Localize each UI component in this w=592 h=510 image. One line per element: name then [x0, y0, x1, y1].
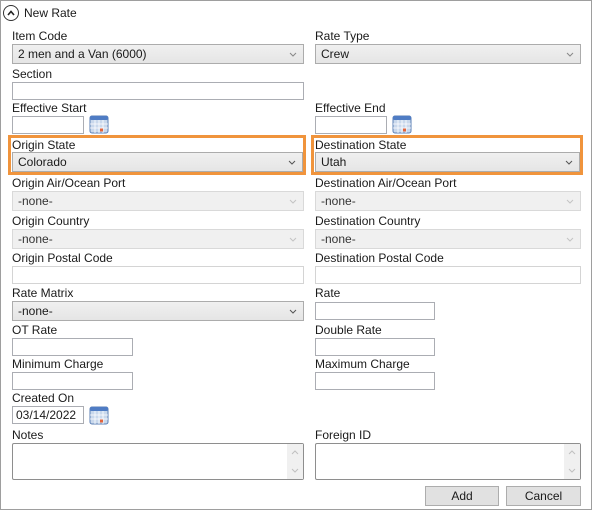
effective-end-calendar-icon[interactable]	[392, 114, 412, 134]
notes-scrollbar[interactable]	[287, 444, 303, 479]
chevron-down-icon	[289, 309, 297, 314]
notes-label: Notes	[12, 428, 44, 442]
rate-input[interactable]	[315, 302, 435, 320]
effective-end-label: Effective End	[315, 101, 386, 115]
effective-end-input[interactable]	[315, 116, 387, 134]
origin-port-value: -none-	[18, 194, 53, 208]
origin-port-select[interactable]: -none-	[12, 191, 304, 211]
chevron-down-icon	[566, 199, 574, 204]
section-label: Section	[12, 67, 53, 81]
origin-country-label: Origin Country	[12, 214, 90, 228]
scroll-down-icon[interactable]	[291, 468, 299, 473]
rate-type-label: Rate Type	[315, 29, 370, 43]
effective-start-calendar-icon[interactable]	[89, 114, 109, 134]
rate-type-value: Crew	[321, 47, 350, 61]
section-input[interactable]	[12, 82, 304, 100]
add-button[interactable]: Add	[425, 486, 499, 506]
destination-port-select[interactable]: -none-	[315, 191, 581, 211]
origin-postal-label: Origin Postal Code	[12, 251, 113, 265]
rate-matrix-select[interactable]: -none-	[12, 301, 304, 321]
origin-postal-input[interactable]	[12, 266, 304, 284]
origin-state-select[interactable]: Colorado	[12, 152, 303, 172]
destination-postal-label: Destination Postal Code	[315, 251, 444, 265]
created-on-input[interactable]: 03/14/2022	[12, 406, 84, 424]
foreign-id-scrollbar[interactable]	[564, 444, 580, 479]
chevron-up-icon	[7, 10, 15, 16]
chevron-down-icon	[289, 199, 297, 204]
rate-label: Rate	[315, 286, 341, 300]
effective-start-input[interactable]	[12, 116, 84, 134]
ot-rate-input[interactable]	[12, 338, 133, 356]
destination-port-label: Destination Air/Ocean Port	[315, 176, 457, 190]
new-rate-panel: New Rate Item Code 2 men and a Van (6000…	[0, 0, 592, 510]
scroll-down-icon[interactable]	[568, 468, 576, 473]
panel-header: New Rate	[3, 4, 77, 22]
cancel-button[interactable]: Cancel	[506, 486, 581, 506]
item-code-label: Item Code	[12, 29, 68, 43]
destination-state-label: Destination State	[315, 138, 407, 152]
destination-country-label: Destination Country	[315, 214, 421, 228]
scroll-up-icon[interactable]	[291, 450, 299, 455]
chevron-down-icon	[289, 52, 297, 57]
destination-state-select[interactable]: Utah	[315, 152, 580, 172]
chevron-down-icon	[289, 237, 297, 242]
destination-country-value: -none-	[321, 232, 356, 246]
destination-port-value: -none-	[321, 194, 356, 208]
origin-state-label: Origin State	[12, 138, 76, 152]
origin-country-select[interactable]: -none-	[12, 229, 304, 249]
collapse-button[interactable]	[3, 5, 19, 21]
minimum-charge-label: Minimum Charge	[12, 357, 104, 371]
double-rate-input[interactable]	[315, 338, 435, 356]
maximum-charge-input[interactable]	[315, 372, 435, 390]
ot-rate-label: OT Rate	[12, 323, 58, 337]
scroll-up-icon[interactable]	[568, 450, 576, 455]
double-rate-label: Double Rate	[315, 323, 382, 337]
destination-country-select[interactable]: -none-	[315, 229, 581, 249]
panel-title: New Rate	[24, 6, 77, 20]
origin-port-label: Origin Air/Ocean Port	[12, 176, 126, 190]
origin-state-value: Colorado	[18, 155, 67, 169]
chevron-down-icon	[566, 237, 574, 242]
item-code-select[interactable]: 2 men and a Van (6000)	[12, 44, 304, 64]
created-on-label: Created On	[12, 391, 75, 405]
created-on-calendar-icon[interactable]	[89, 405, 109, 425]
rate-matrix-value: -none-	[18, 304, 53, 318]
chevron-down-icon	[288, 160, 296, 165]
effective-start-label: Effective Start	[12, 101, 87, 115]
rate-type-select[interactable]: Crew	[315, 44, 581, 64]
item-code-value: 2 men and a Van (6000)	[18, 47, 147, 61]
origin-country-value: -none-	[18, 232, 53, 246]
minimum-charge-input[interactable]	[12, 372, 133, 390]
maximum-charge-label: Maximum Charge	[315, 357, 410, 371]
rate-matrix-label: Rate Matrix	[12, 286, 74, 300]
foreign-id-textarea[interactable]	[315, 443, 581, 480]
destination-state-value: Utah	[321, 155, 347, 169]
notes-textarea[interactable]	[12, 443, 304, 480]
destination-postal-input[interactable]	[315, 266, 581, 284]
foreign-id-label: Foreign ID	[315, 428, 372, 442]
chevron-down-icon	[566, 52, 574, 57]
chevron-down-icon	[565, 160, 573, 165]
